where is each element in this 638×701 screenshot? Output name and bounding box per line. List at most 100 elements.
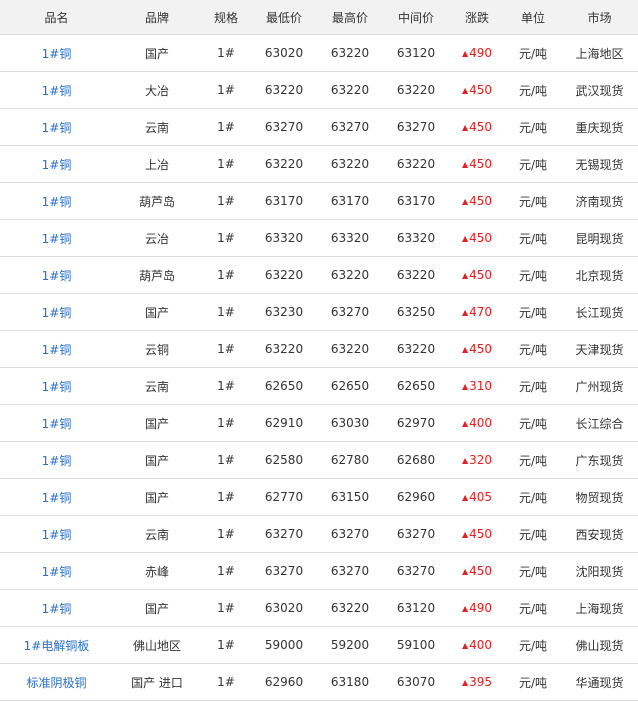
cell-mid: 59100 [383,626,449,664]
product-name-link[interactable]: 1#铜 [42,565,72,579]
product-name-link[interactable]: 1#铜 [42,158,72,172]
cell-unit: 元/吨 [505,108,561,146]
cell-high: 63170 [317,182,383,220]
cell-market: 无锡现货 [561,145,638,183]
table-row: 标准阴极铜 国产 进口 1# 62960 63180 63070 ▲395 元/吨 华通现货 [0,663,638,701]
cell-brand: 葫芦岛 [113,182,201,220]
cell-mid: 63220 [383,71,449,109]
cell-market: 武汉现货 [561,71,638,109]
cell-low: 63270 [251,515,317,553]
cell-name: 1#铜 [0,515,113,553]
change-value: 450 [469,342,493,356]
cell-market: 长江综合 [561,404,638,442]
product-name-link[interactable]: 1#铜 [42,47,72,61]
product-name-link[interactable]: 1#铜 [42,269,72,283]
change-value: 490 [469,46,493,60]
triangle-up-icon: ▲ [461,493,469,502]
col-header-market: 市场 [561,0,638,35]
cell-unit: 元/吨 [505,404,561,442]
cell-mid: 63170 [383,182,449,220]
product-name-link[interactable]: 1#铜 [42,121,72,135]
triangle-up-icon: ▲ [461,234,469,243]
cell-market: 沈阳现货 [561,552,638,590]
cell-unit: 元/吨 [505,256,561,294]
cell-high: 63270 [317,552,383,590]
cell-high: 63150 [317,478,383,516]
cell-unit: 元/吨 [505,145,561,183]
col-header-high: 最高价 [317,0,383,35]
product-name-link[interactable]: 1#铜 [42,417,72,431]
cell-brand: 葫芦岛 [113,256,201,294]
cell-market: 广东现货 [561,441,638,479]
cell-low: 63270 [251,108,317,146]
cell-change: ▲490 [449,34,505,72]
cell-low: 63220 [251,256,317,294]
cell-unit: 元/吨 [505,515,561,553]
product-name-link[interactable]: 1#铜 [42,195,72,209]
cell-market: 广州现货 [561,367,638,405]
table-row: 1#铜 上冶 1# 63220 63220 63220 ▲450 元/吨 无锡现货 [0,145,638,183]
col-header-mid: 中间价 [383,0,449,35]
table-row: 1#铜 国产 1# 63020 63220 63120 ▲490 元/吨 上海现货 [0,589,638,627]
cell-name: 1#铜 [0,478,113,516]
cell-name: 标准阴极铜 [0,663,113,701]
product-name-link[interactable]: 1#铜 [42,84,72,98]
cell-mid: 62970 [383,404,449,442]
cell-mid: 63220 [383,256,449,294]
cell-high: 62650 [317,367,383,405]
product-name-link[interactable]: 1#铜 [42,343,72,357]
cell-brand: 国产 [113,293,201,331]
change-value: 450 [469,157,493,171]
cell-mid: 63270 [383,552,449,590]
product-name-link[interactable]: 1#铜 [42,454,72,468]
cell-mid: 62650 [383,367,449,405]
cell-market: 北京现货 [561,256,638,294]
cell-low: 62910 [251,404,317,442]
cell-mid: 62680 [383,441,449,479]
cell-spec: 1# [201,145,251,183]
cell-change: ▲450 [449,515,505,553]
col-header-name: 品名 [0,0,113,35]
cell-brand: 国产 [113,34,201,72]
change-value: 450 [469,564,493,578]
cell-unit: 元/吨 [505,330,561,368]
table-row: 1#电解铜板 佛山地区 1# 59000 59200 59100 ▲400 元/吨 佛山现货 [0,626,638,664]
triangle-up-icon: ▲ [461,567,469,576]
product-name-link[interactable]: 1#铜 [42,306,72,320]
cell-mid: 62960 [383,478,449,516]
product-name-link[interactable]: 1#铜 [42,528,72,542]
table-row: 1#铜 云南 1# 62650 62650 62650 ▲310 元/吨 广州现货 [0,367,638,405]
cell-low: 63220 [251,330,317,368]
cell-spec: 1# [201,219,251,257]
product-name-link[interactable]: 1#铜 [42,232,72,246]
change-value: 450 [469,527,493,541]
cell-name: 1#铜 [0,256,113,294]
cell-market: 西安现货 [561,515,638,553]
change-value: 320 [469,453,493,467]
cell-brand: 国产 [113,404,201,442]
table-row: 1#铜 国产 1# 62770 63150 62960 ▲405 元/吨 物贸现货 [0,478,638,516]
table-row: 1#铜 云南 1# 63270 63270 63270 ▲450 元/吨 西安现货 [0,515,638,553]
triangle-up-icon: ▲ [461,678,469,687]
triangle-up-icon: ▲ [461,345,469,354]
cell-spec: 1# [201,34,251,72]
cell-change: ▲450 [449,71,505,109]
cell-high: 62780 [317,441,383,479]
cell-market: 天津现货 [561,330,638,368]
triangle-up-icon: ▲ [461,382,469,391]
cell-market: 长江现货 [561,293,638,331]
cell-spec: 1# [201,626,251,664]
cell-spec: 1# [201,71,251,109]
product-name-link[interactable]: 1#铜 [42,491,72,505]
cell-unit: 元/吨 [505,663,561,701]
product-name-link[interactable]: 1#铜 [42,380,72,394]
change-value: 400 [469,416,493,430]
cell-spec: 1# [201,367,251,405]
cell-brand: 国产 [113,441,201,479]
table-row: 1#铜 葫芦岛 1# 63170 63170 63170 ▲450 元/吨 济南现货 [0,182,638,220]
change-value: 310 [469,379,493,393]
change-value: 450 [469,194,493,208]
product-name-link[interactable]: 1#电解铜板 [24,639,90,653]
product-name-link[interactable]: 标准阴极铜 [26,676,86,690]
product-name-link[interactable]: 1#铜 [42,602,72,616]
